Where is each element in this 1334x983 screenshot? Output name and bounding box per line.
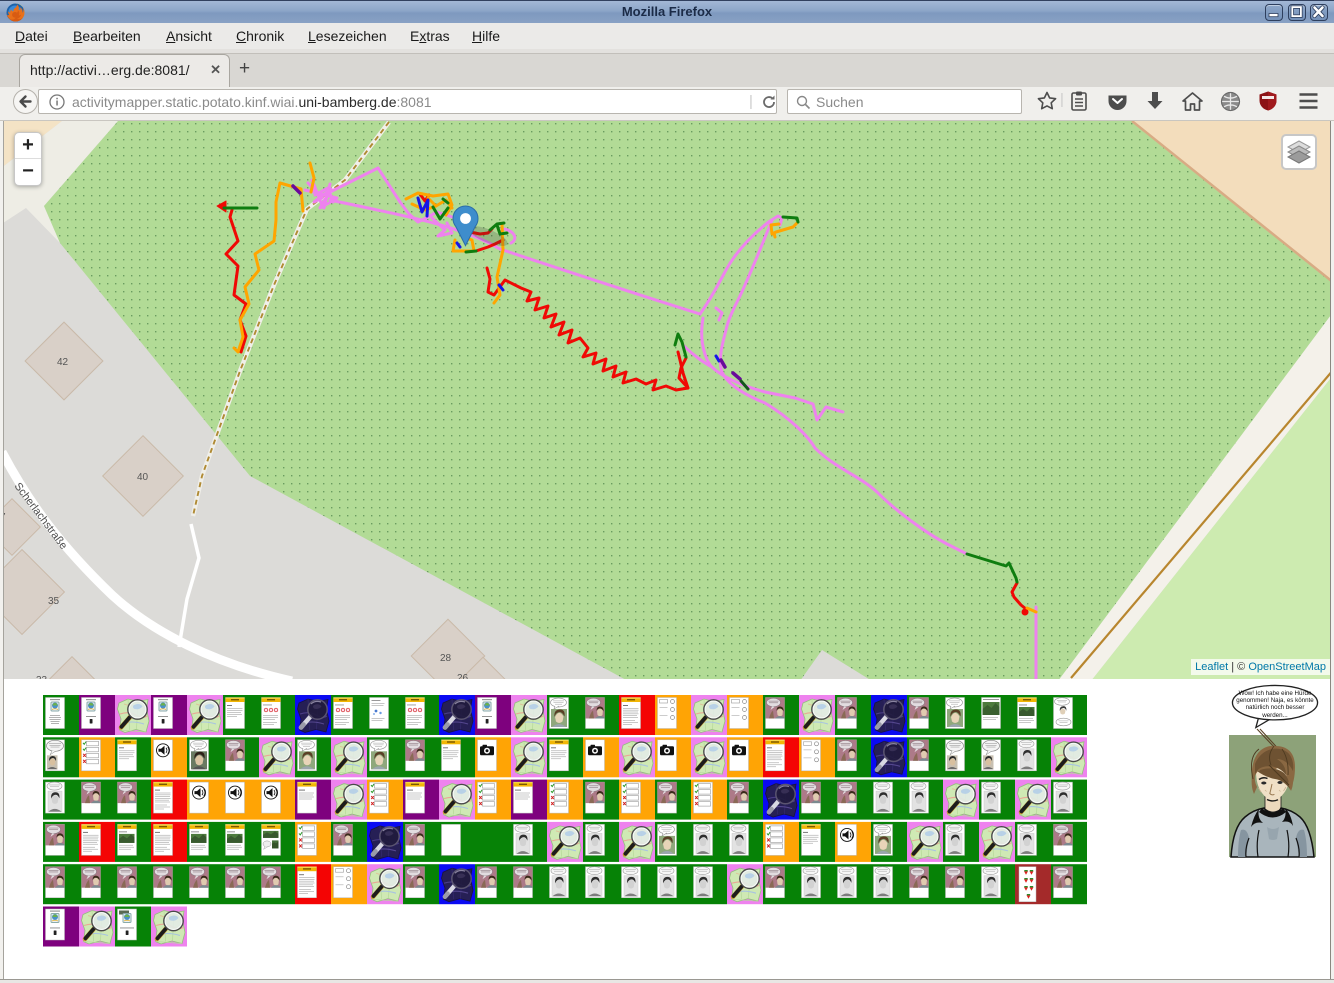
svg-text:35: 35	[48, 596, 60, 607]
svg-text:28: 28	[440, 653, 452, 664]
svg-text:40: 40	[137, 472, 149, 483]
svg-text:42: 42	[57, 357, 69, 368]
